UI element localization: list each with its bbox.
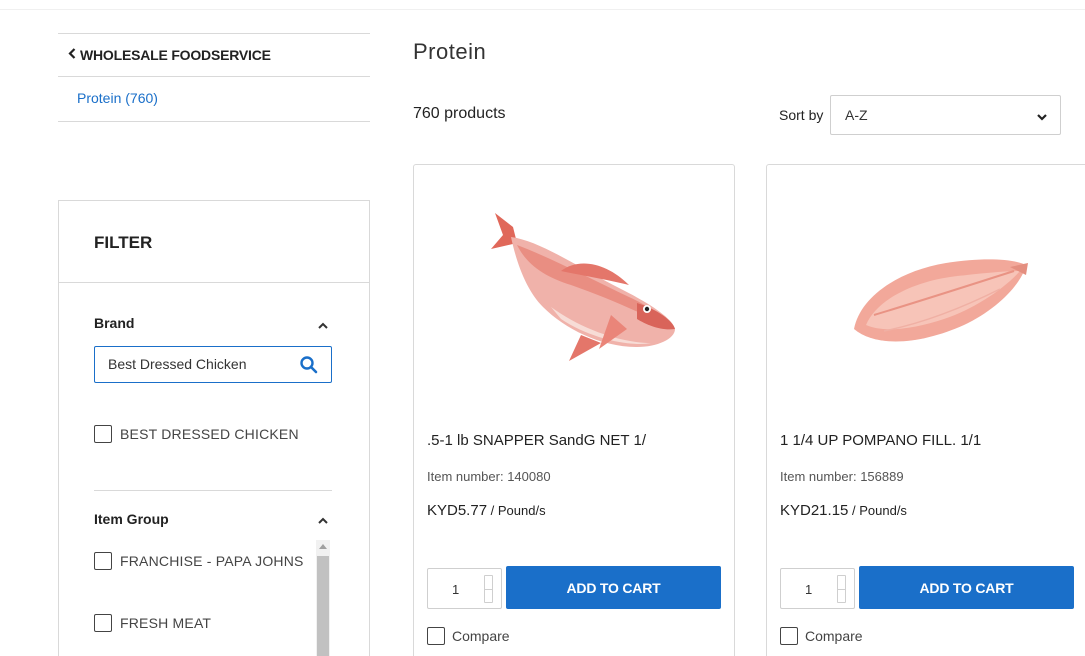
item-group-facet-title: Item Group [94, 511, 169, 527]
price-unit: / Pound/s [848, 503, 907, 518]
top-border [0, 0, 1085, 10]
brand-option-best-dressed-chicken[interactable]: BEST DRESSED CHICKEN [94, 425, 299, 443]
add-to-cart-button[interactable]: ADD TO CART [506, 566, 721, 609]
product-image-snapper[interactable] [461, 179, 687, 401]
checkbox[interactable] [94, 614, 112, 632]
compare-checkbox[interactable]: Compare [780, 627, 863, 645]
stepper-arrows-icon[interactable] [484, 575, 493, 603]
product-card: .5-1 lb SNAPPER SandG NET 1/ Item number… [413, 164, 735, 656]
facet-divider [94, 490, 332, 491]
chevron-up-icon[interactable] [317, 319, 329, 331]
sort-select-value: A-Z [845, 107, 868, 123]
item-group-option-label: FRESH MEAT [120, 615, 212, 631]
chevron-left-icon [68, 48, 76, 62]
chevron-up-icon[interactable] [317, 514, 329, 526]
category-nav: WHOLESALE FOODSERVICE Protein (760) [58, 33, 370, 122]
item-number: Item number: 156889 [780, 469, 904, 484]
stepper-arrows-icon[interactable] [837, 575, 846, 603]
breadcrumb[interactable]: WHOLESALE FOODSERVICE [58, 33, 370, 77]
product-image-pompano[interactable] [814, 179, 1040, 401]
filter-title: FILTER [59, 201, 369, 283]
product-card: 1 1/4 UP POMPANO FILL. 1/1 Item number: … [766, 164, 1085, 656]
checkbox[interactable] [94, 425, 112, 443]
sort-by-label: Sort by [779, 107, 824, 123]
checkbox[interactable] [94, 552, 112, 570]
compare-checkbox[interactable]: Compare [427, 627, 510, 645]
quantity-value: 1 [452, 582, 460, 597]
brand-search-value: Best Dressed Chicken [108, 356, 247, 372]
product-price: KYD5.77 / Pound/s [427, 502, 546, 519]
breadcrumb-label: WHOLESALE FOODSERVICE [80, 47, 271, 63]
scroll-thumb[interactable] [317, 556, 329, 656]
search-icon[interactable] [299, 355, 319, 375]
add-to-cart-button[interactable]: ADD TO CART [859, 566, 1074, 609]
brand-option-label: BEST DRESSED CHICKEN [120, 426, 299, 442]
item-group-option-franchise-papa-johns[interactable]: FRANCHISE - PAPA JOHNS [94, 552, 304, 570]
price-amount: KYD21.15 [780, 502, 849, 519]
product-price: KYD21.15 / Pound/s [780, 502, 907, 519]
sort-select[interactable]: A-Z [830, 95, 1061, 135]
product-name[interactable]: 1 1/4 UP POMPANO FILL. 1/1 [780, 432, 981, 449]
price-amount: KYD5.77 [427, 502, 488, 519]
quantity-stepper[interactable]: 1 [780, 568, 855, 609]
page-title: Protein [413, 39, 487, 64]
compare-label: Compare [452, 628, 510, 644]
price-unit: / Pound/s [487, 503, 546, 518]
category-link-protein[interactable]: Protein (760) [58, 77, 370, 122]
brand-facet-title: Brand [94, 315, 135, 331]
product-count: 760 products [413, 105, 506, 122]
item-number: Item number: 140080 [427, 469, 551, 484]
product-name[interactable]: .5-1 lb SNAPPER SandG NET 1/ [427, 432, 646, 449]
brand-search-input[interactable]: Best Dressed Chicken [94, 346, 332, 383]
item-group-option-label: FRANCHISE - PAPA JOHNS [120, 553, 304, 569]
quantity-value: 1 [805, 582, 813, 597]
scroll-up-arrow-icon[interactable] [319, 544, 327, 549]
compare-label: Compare [805, 628, 863, 644]
quantity-stepper[interactable]: 1 [427, 568, 502, 609]
checkbox[interactable] [780, 627, 798, 645]
item-group-option-fresh-meat[interactable]: FRESH MEAT [94, 614, 211, 632]
filter-panel: FILTER Brand Best Dressed Chicken BEST D… [58, 200, 370, 656]
checkbox[interactable] [427, 627, 445, 645]
chevron-down-icon [1036, 110, 1048, 122]
item-group-scrollbar[interactable] [316, 540, 330, 656]
